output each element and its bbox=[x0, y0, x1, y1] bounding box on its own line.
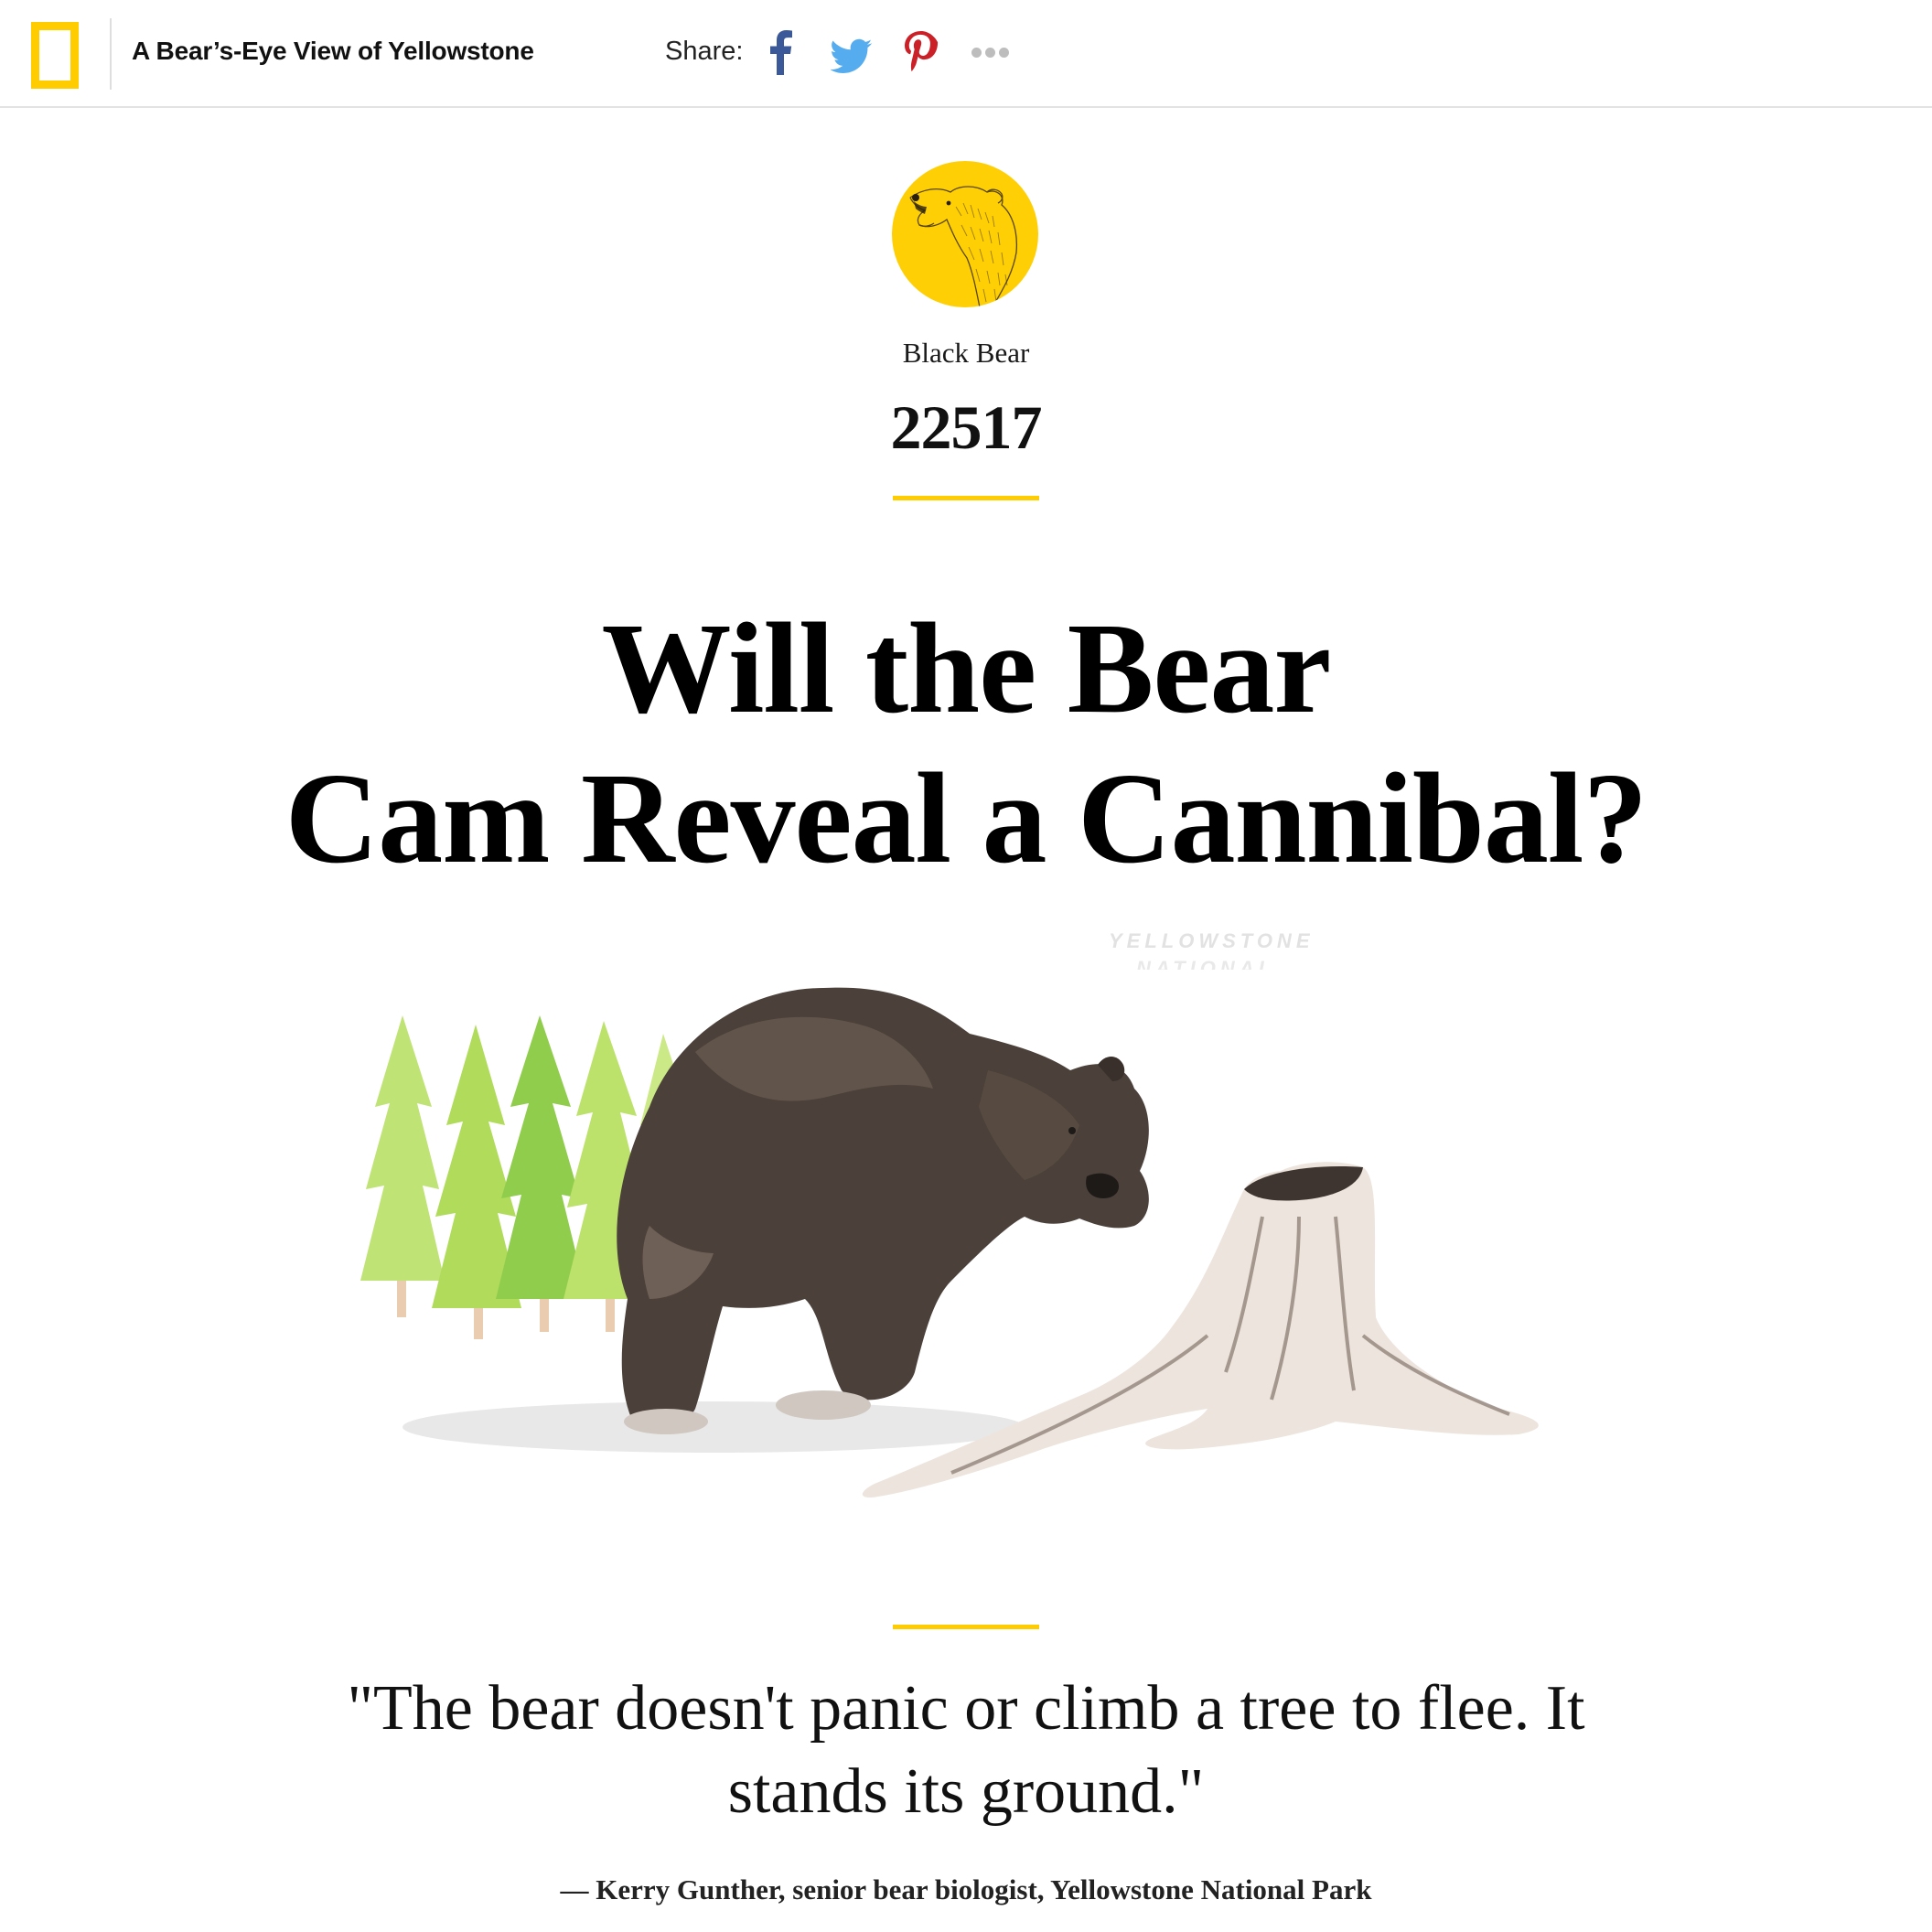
share-label: Share: bbox=[665, 37, 744, 66]
more-dot bbox=[971, 48, 982, 58]
map-watermark-line-1: YELLOWSTONE bbox=[1109, 929, 1315, 952]
page: A Bear’s-Eye View of Yellowstone Share: bbox=[0, 0, 1932, 1932]
accent-rule-bottom bbox=[893, 1625, 1039, 1629]
bear-figure-icon bbox=[617, 987, 1149, 1434]
accent-rule-top bbox=[893, 496, 1039, 500]
bear-category: Black Bear bbox=[902, 337, 1030, 369]
facebook-icon[interactable] bbox=[767, 29, 794, 75]
headline: Will the Bear Cam Reveal a Cannibal? bbox=[0, 593, 1932, 893]
headline-line-1: Will the Bear bbox=[601, 596, 1332, 740]
more-icon[interactable] bbox=[971, 46, 1017, 64]
site-title[interactable]: A Bear’s-Eye View of Yellowstone bbox=[132, 37, 534, 66]
header-divider bbox=[110, 18, 112, 90]
more-dot bbox=[999, 48, 1009, 58]
more-dot bbox=[985, 48, 995, 58]
pinterest-icon[interactable] bbox=[902, 29, 939, 75]
bear-id-number: 22517 bbox=[890, 392, 1043, 462]
pull-quote: "The bear doesn't panic or climb a tree … bbox=[347, 1673, 1585, 1827]
top-bar: A Bear’s-Eye View of Yellowstone Share: bbox=[0, 0, 1932, 108]
national-geographic-logo-icon[interactable] bbox=[31, 22, 79, 89]
bear-illustration bbox=[348, 951, 1720, 1519]
roaring-bear-icon bbox=[892, 161, 1038, 307]
headline-line-2: Cam Reveal a Cannibal? bbox=[284, 746, 1648, 890]
quote-attribution: — Kerry Gunther, senior bear biologist, … bbox=[560, 1873, 1372, 1905]
twitter-icon[interactable] bbox=[831, 29, 873, 75]
